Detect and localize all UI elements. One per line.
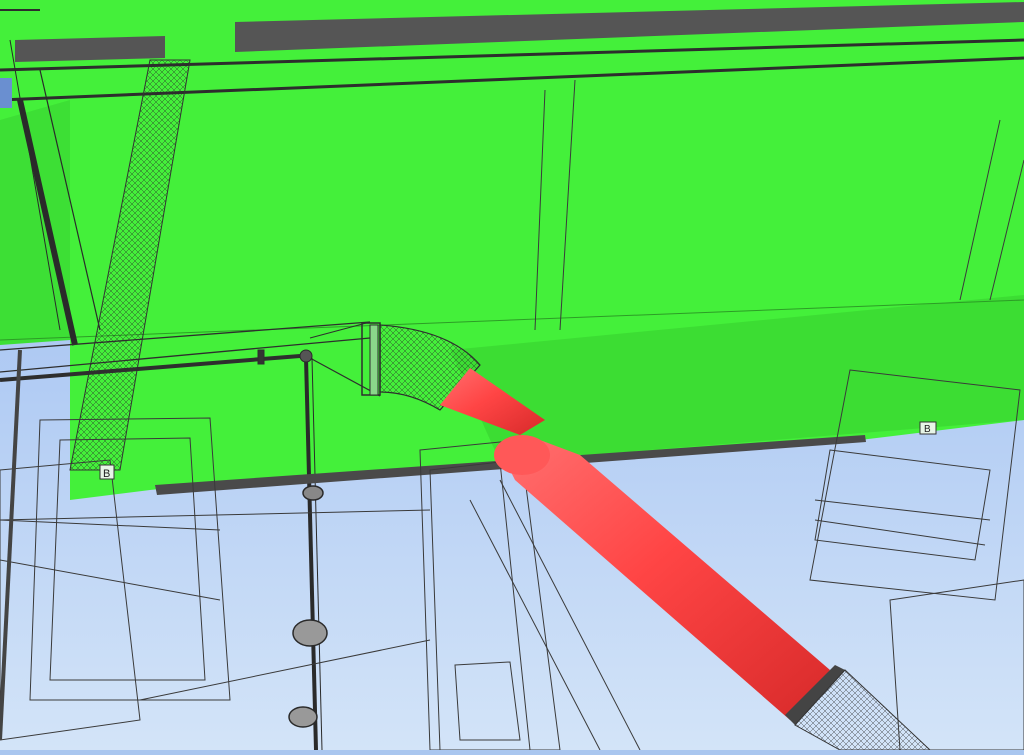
tag-marker-left[interactable]: B — [99, 464, 115, 480]
scene-canvas: B B — [0, 0, 1024, 751]
tag-right-label: B — [924, 424, 931, 435]
bim-3d-viewport[interactable]: B B — [0, 0, 1024, 751]
tag-left-label: B — [103, 468, 110, 480]
tag-marker-right[interactable]: B — [919, 421, 937, 435]
